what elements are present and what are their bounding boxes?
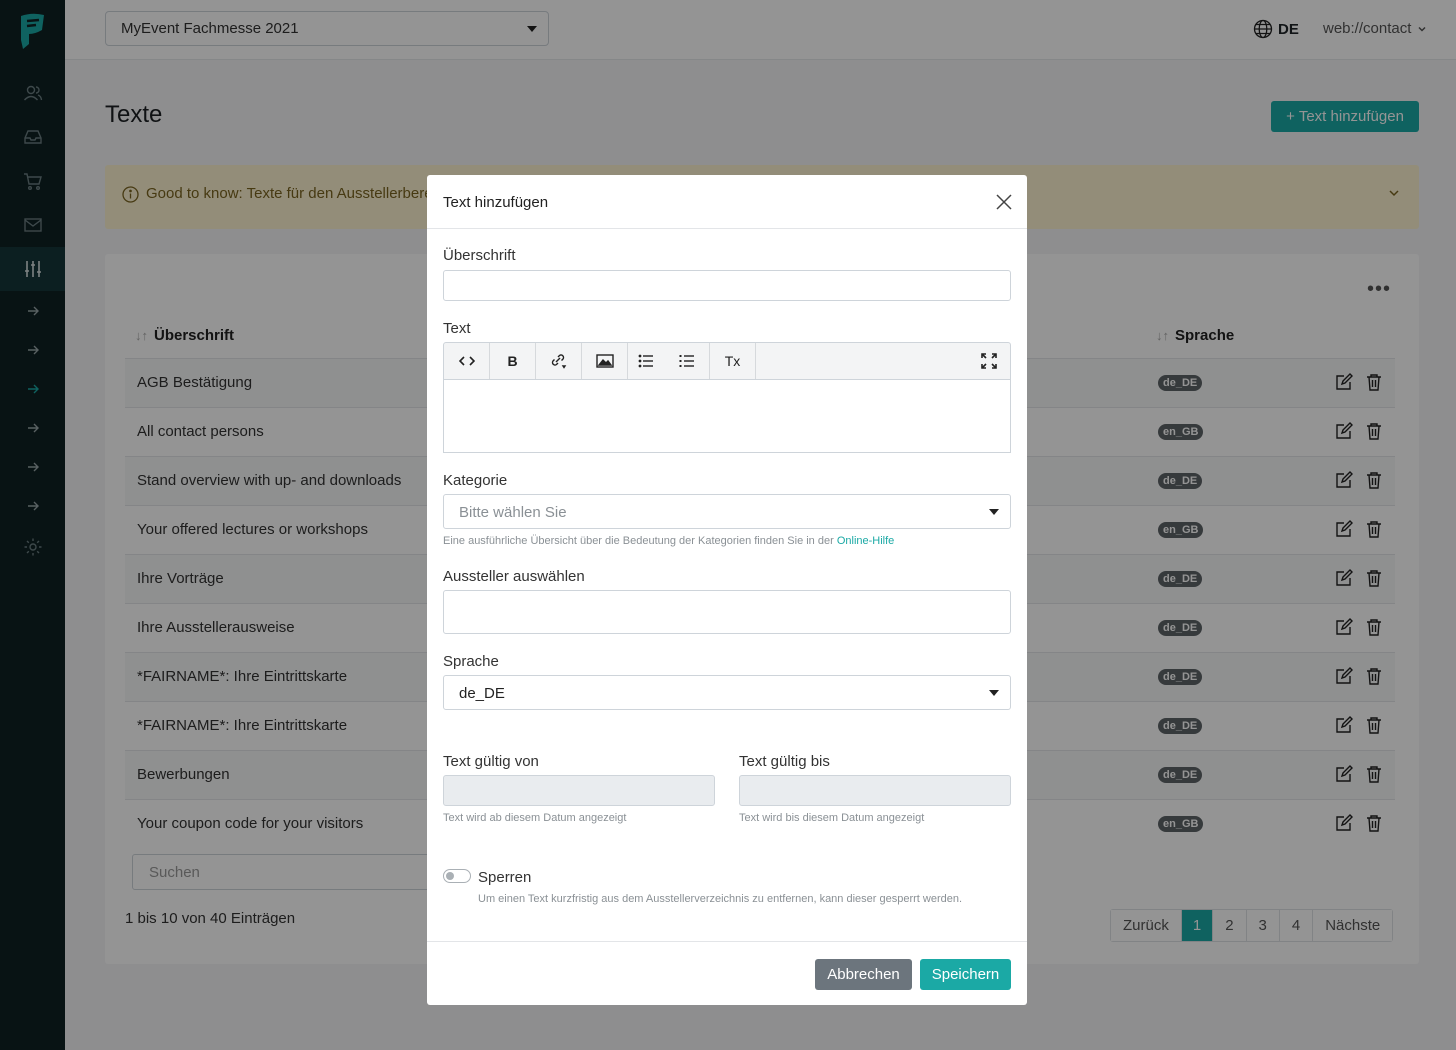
valid-to-input[interactable] [739, 775, 1011, 806]
modal-footer: Abbrechen Speichern [427, 941, 1027, 1005]
category-help: Eine ausführliche Übersicht über die Bed… [443, 535, 894, 547]
language-select[interactable]: de_DE [443, 675, 1011, 710]
clear-format-icon[interactable]: Tx [710, 343, 756, 379]
add-text-modal: Text hinzufügen Überschrift Text B Tx Ka… [427, 175, 1027, 1005]
heading-input[interactable] [443, 270, 1011, 301]
toggle-knob [446, 872, 454, 880]
numbered-list-icon[interactable] [664, 343, 710, 379]
chevron-down-icon [989, 690, 999, 696]
image-icon[interactable] [582, 343, 628, 379]
valid-from-input[interactable] [443, 775, 715, 806]
chevron-down-icon [989, 509, 999, 515]
exhibitor-label: Aussteller auswählen [443, 568, 585, 585]
close-icon[interactable] [995, 193, 1013, 211]
valid-from-label: Text gültig von [443, 753, 539, 770]
save-button[interactable]: Speichern [920, 959, 1011, 990]
heading-label: Überschrift [443, 247, 516, 264]
exhibitor-select-input[interactable] [443, 590, 1011, 634]
modal-title: Text hinzufügen [443, 194, 549, 211]
online-help-link[interactable]: Online-Hilfe [837, 535, 894, 547]
bold-button[interactable]: B [490, 343, 536, 379]
modal-header: Text hinzufügen [427, 175, 1027, 229]
language-select-value: de_DE [459, 685, 505, 702]
category-label: Kategorie [443, 472, 508, 489]
valid-from-help: Text wird ab diesem Datum angezeigt [443, 812, 627, 824]
lock-help: Um einen Text kurzfristig aus dem Ausste… [478, 893, 963, 905]
language-field-label: Sprache [443, 653, 499, 670]
bullet-list-icon[interactable] [628, 343, 664, 379]
lock-toggle[interactable] [443, 869, 471, 883]
editor-toolbar: B Tx [443, 342, 1011, 380]
rich-text-editor[interactable] [443, 379, 1011, 453]
category-placeholder: Bitte wählen Sie [459, 504, 567, 521]
valid-to-help: Text wird bis diesem Datum angezeigt [739, 812, 925, 824]
lock-label: Sperren [478, 869, 532, 886]
cancel-button[interactable]: Abbrechen [815, 959, 912, 990]
category-help-text: Eine ausführliche Übersicht über die Bed… [443, 535, 834, 547]
valid-to-label: Text gültig bis [739, 753, 830, 770]
link-icon[interactable] [536, 343, 582, 379]
fullscreen-icon[interactable] [966, 343, 1012, 379]
code-view-icon[interactable] [444, 343, 490, 379]
category-select[interactable]: Bitte wählen Sie [443, 494, 1011, 529]
clear-format-label: Tx [724, 353, 741, 369]
text-label: Text [443, 320, 471, 337]
